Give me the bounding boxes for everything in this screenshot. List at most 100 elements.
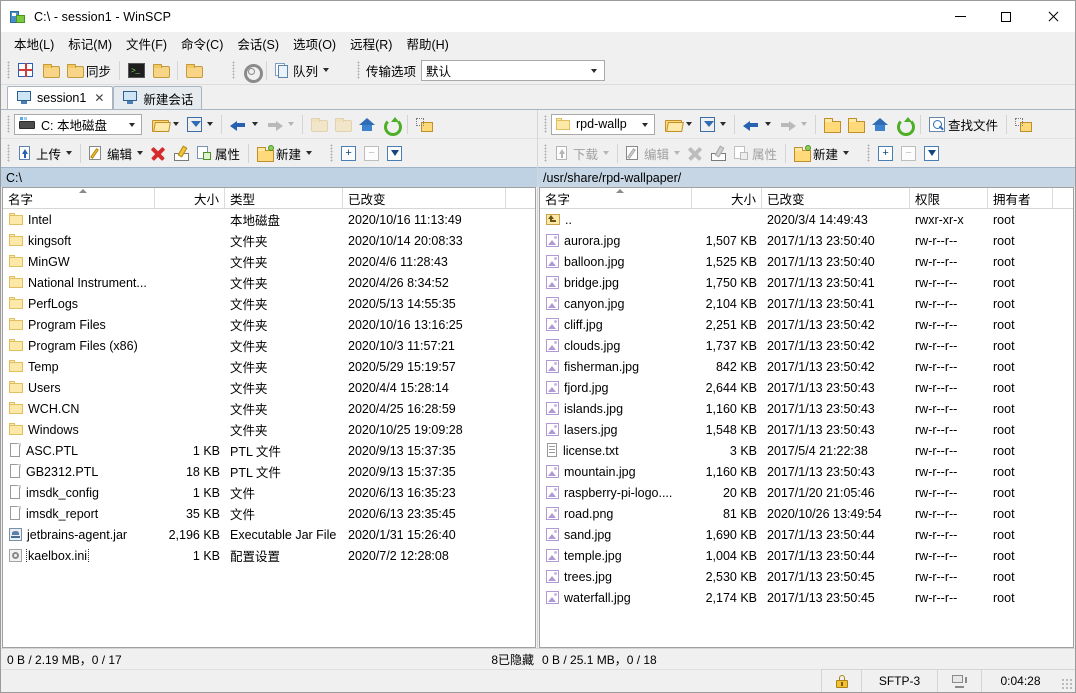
- table-row[interactable]: MinGW 文件夹 2020/4/6 11:28:43: [3, 251, 535, 272]
- table-row[interactable]: waterfall.jpg 2,174 KB 2017/1/13 23:50:45 r…: [540, 587, 1073, 608]
- local-col-name[interactable]: 名字: [3, 188, 155, 208]
- properties-button[interactable]: 属性: [193, 142, 244, 165]
- toolbar-grip[interactable]: [7, 61, 10, 79]
- table-row[interactable]: fisherman.jpg 842 KB 2017/1/13 23:50:42 rw-…: [540, 356, 1073, 377]
- table-row[interactable]: .. 2020/3/4 14:49:43 rwxr-xr-x root: [540, 209, 1073, 230]
- table-row[interactable]: sand.jpg 1,690 KB 2017/1/13 23:50:44 rw-r--…: [540, 524, 1073, 545]
- menu-item-options[interactable]: 选项(O): [286, 31, 343, 56]
- resize-grip[interactable]: [1059, 669, 1075, 692]
- local-col-size[interactable]: 大小: [155, 188, 225, 208]
- find-files-button[interactable]: 查找文件: [925, 113, 1002, 136]
- local-home-button[interactable]: [355, 113, 379, 136]
- connection-status[interactable]: [937, 669, 981, 692]
- transfer-options-combo[interactable]: 默认: [421, 59, 606, 81]
- table-row[interactable]: license.txt 3 KB 2017/5/4 21:22:38 rw-r--r-…: [540, 440, 1073, 461]
- remote-new-button[interactable]: 新建: [790, 142, 853, 165]
- remote-col-rights[interactable]: 权限: [910, 188, 988, 208]
- encryption-status[interactable]: [821, 669, 861, 692]
- table-row[interactable]: trees.jpg 2,530 KB 2017/1/13 23:50:45 rw-r-…: [540, 566, 1073, 587]
- table-row[interactable]: lasers.jpg 1,548 KB 2017/1/13 23:50:43 rw-r…: [540, 419, 1073, 440]
- tab-session1[interactable]: session1 ✕: [7, 86, 114, 109]
- synchronize-button[interactable]: [39, 59, 63, 82]
- table-row[interactable]: cliff.jpg 2,251 KB 2017/1/13 23:50:42 rw-r-…: [540, 314, 1073, 335]
- remote-root-dir-button[interactable]: [844, 113, 868, 136]
- table-row[interactable]: Temp 文件夹 2020/5/29 15:19:57: [3, 356, 535, 377]
- menu-item-commands[interactable]: 命令(C): [174, 31, 230, 56]
- table-row[interactable]: imsdk_config 1 KB 文件 2020/6/13 16:35:23: [3, 482, 535, 503]
- table-row[interactable]: aurora.jpg 1,507 KB 2017/1/13 23:50:40 rw-r…: [540, 230, 1073, 251]
- remote-path-bar[interactable]: /usr/share/rpd-wallpaper/: [538, 167, 1075, 187]
- compare-directories-button[interactable]: [182, 59, 206, 82]
- remote-open-directory-button[interactable]: [661, 113, 696, 136]
- table-row[interactable]: fjord.jpg 2,644 KB 2017/1/13 23:50:43 rw-r-…: [540, 377, 1073, 398]
- table-row[interactable]: raspberry-pi-logo.... 20 KB 2017/1/20 21:0…: [540, 482, 1073, 503]
- remote-toolbar-grip[interactable]: [544, 115, 547, 133]
- edit-button[interactable]: 编辑: [85, 142, 147, 165]
- elapsed-time-status[interactable]: 0:04:28: [981, 669, 1059, 692]
- maximize-button[interactable]: [983, 1, 1029, 32]
- remote-directory-combo[interactable]: rpd-wallp: [551, 113, 655, 135]
- remote-col-modified[interactable]: 已改变: [762, 188, 910, 208]
- local-filter-button[interactable]: [183, 113, 217, 136]
- local-back-button[interactable]: [226, 113, 262, 136]
- table-row[interactable]: PerfLogs 文件夹 2020/5/13 14:55:35: [3, 293, 535, 314]
- table-row[interactable]: kaelbox.ini 1 KB 配置设置 2020/7/2 12:28:08: [3, 545, 535, 566]
- rename-button[interactable]: [170, 142, 193, 165]
- table-row[interactable]: mountain.jpg 1,160 KB 2017/1/13 23:50:43 rw…: [540, 461, 1073, 482]
- new-button[interactable]: 新建: [253, 142, 316, 165]
- local-col-type[interactable]: 类型: [225, 188, 343, 208]
- menu-item-files[interactable]: 文件(F): [119, 31, 174, 56]
- remote-file-list[interactable]: 名字 大小 已改变 权限 拥有者 .. 2020/3/4 14:49:43 rw…: [539, 187, 1074, 648]
- local-file-list[interactable]: 名字 大小 类型 已改变 Intel 本地磁盘 2020/10/16 11:13:4…: [2, 187, 536, 648]
- queue-button[interactable]: 队列: [271, 59, 333, 82]
- remote-refresh-button[interactable]: [892, 113, 916, 136]
- table-row[interactable]: National Instrument... 文件夹 2020/4/26 8:34:…: [3, 272, 535, 293]
- table-row[interactable]: Intel 本地磁盘 2020/10/16 11:13:49: [3, 209, 535, 230]
- table-row[interactable]: jetbrains-agent.jar 2,196 KB Executable Ja…: [3, 524, 535, 545]
- remote-home-button[interactable]: [868, 113, 892, 136]
- table-row[interactable]: bridge.jpg 1,750 KB 2017/1/13 23:50:41 rw-r…: [540, 272, 1073, 293]
- remote-col-size[interactable]: 大小: [692, 188, 762, 208]
- table-row[interactable]: clouds.jpg 1,737 KB 2017/1/13 23:50:42 rw-r…: [540, 335, 1073, 356]
- delete-button[interactable]: [147, 142, 170, 165]
- table-row[interactable]: Windows 文件夹 2020/10/25 19:09:28: [3, 419, 535, 440]
- tab-close-icon[interactable]: ✕: [94, 91, 104, 105]
- table-row[interactable]: Program Files 文件夹 2020/10/16 13:16:25: [3, 314, 535, 335]
- remote-col-name[interactable]: 名字: [540, 188, 692, 208]
- remote-select-all-button[interactable]: [920, 142, 943, 165]
- local-drive-combo[interactable]: C: 本地磁盘: [14, 113, 142, 135]
- remote-filter-button[interactable]: [696, 113, 730, 136]
- table-row[interactable]: WCH.CN 文件夹 2020/4/25 16:28:59: [3, 398, 535, 419]
- upload-button[interactable]: 上传: [14, 142, 76, 165]
- table-row[interactable]: canyon.jpg 2,104 KB 2017/1/13 23:50:41 rw-r…: [540, 293, 1073, 314]
- menu-item-local[interactable]: 本地(L): [7, 31, 61, 56]
- remote-back-button[interactable]: [739, 113, 775, 136]
- local-refresh-button[interactable]: [379, 113, 403, 136]
- table-row[interactable]: ASC.PTL 1 KB PTL 文件 2020/9/13 15:37:35: [3, 440, 535, 461]
- table-row[interactable]: imsdk_report 35 KB 文件 2020/6/13 23:35:45: [3, 503, 535, 524]
- remote-bookmark-button[interactable]: [1011, 113, 1035, 136]
- local-file-toolbar-grip[interactable]: [7, 144, 10, 162]
- local-select-grip[interactable]: [330, 144, 334, 162]
- table-row[interactable]: Users 文件夹 2020/4/4 15:28:14: [3, 377, 535, 398]
- remote-select-files-button[interactable]: +: [874, 142, 897, 165]
- table-row[interactable]: islands.jpg 1,160 KB 2017/1/13 23:50:43 rw-…: [540, 398, 1073, 419]
- table-row[interactable]: GB2312.PTL 18 KB PTL 文件 2020/9/13 15:37:35: [3, 461, 535, 482]
- local-bookmark-button[interactable]: [412, 113, 436, 136]
- local-path-bar[interactable]: C:\: [1, 167, 537, 187]
- table-row[interactable]: kingsoft 文件夹 2020/10/14 20:08:33: [3, 230, 535, 251]
- local-toolbar-grip[interactable]: [7, 115, 10, 133]
- toolbar-grip-2[interactable]: [232, 61, 236, 79]
- table-row[interactable]: road.png 81 KB 2020/10/26 13:49:54 rw-r--r-…: [540, 503, 1073, 524]
- local-open-directory-button[interactable]: [148, 113, 183, 136]
- menu-item-mark[interactable]: 标记(M): [61, 31, 119, 56]
- menu-item-session[interactable]: 会话(S): [230, 31, 286, 56]
- preferences-button[interactable]: [239, 59, 264, 83]
- synchronize-browsing-button[interactable]: [14, 59, 39, 82]
- menu-item-remote[interactable]: 远程(R): [343, 31, 399, 56]
- minimize-button[interactable]: [937, 1, 983, 32]
- select-files-button[interactable]: +: [337, 142, 360, 165]
- table-row[interactable]: temple.jpg 1,004 KB 2017/1/13 23:50:44 rw-r…: [540, 545, 1073, 566]
- open-terminal-button[interactable]: >_: [124, 59, 149, 82]
- toolbar-grip-3[interactable]: [357, 61, 361, 79]
